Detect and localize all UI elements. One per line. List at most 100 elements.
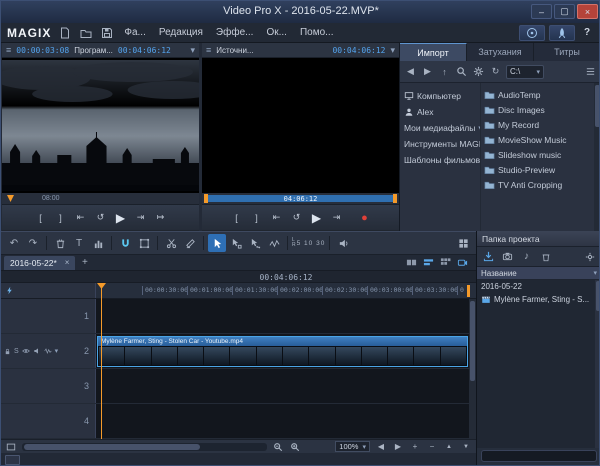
speaker-icon[interactable]: [334, 234, 352, 252]
project-list-scrollbar[interactable]: [595, 280, 599, 448]
source-seekbar[interactable]: 04:06:12: [202, 193, 399, 205]
track-4[interactable]: 4: [1, 404, 476, 439]
track-3-header[interactable]: 3: [1, 369, 96, 403]
program-playhead-marker[interactable]: [7, 195, 14, 202]
scroll-left-button[interactable]: ◀: [375, 441, 387, 453]
sequence-tab[interactable]: 2016-05-22* ×: [4, 255, 76, 270]
loop-button[interactable]: ↺: [94, 210, 108, 226]
folder-item[interactable]: AudioTemp: [484, 87, 594, 102]
jump-end-button[interactable]: ⇥: [134, 210, 148, 226]
tree-item-movie-templates[interactable]: Шаблоны фильмов ▾: [404, 152, 480, 168]
zoom-fit-icon[interactable]: [272, 441, 284, 453]
folder-item[interactable]: Slideshow music: [484, 147, 594, 162]
play-button[interactable]: ▶: [310, 210, 324, 226]
zoom-level-select[interactable]: 100% ▾: [335, 441, 370, 452]
mark-in-button[interactable]: [: [230, 210, 244, 226]
storyboard-view-icon[interactable]: [405, 256, 418, 269]
list-item-project[interactable]: 2016-05-22: [477, 280, 599, 293]
video-clip[interactable]: Mylène Farmer, Sting - Stolen Car - Yout…: [97, 336, 468, 367]
scissors-button[interactable]: [162, 234, 180, 252]
redo-button[interactable]: ↷: [24, 234, 42, 252]
burn-disc-button[interactable]: [519, 24, 545, 41]
gear-icon[interactable]: [472, 65, 485, 78]
lock-icon[interactable]: [4, 348, 11, 355]
tree-item-magix-tools[interactable]: Инструменты MAGIX ▾: [404, 136, 480, 152]
scrollbar-thumb[interactable]: [595, 85, 599, 127]
folder-item[interactable]: Studio-Preview: [484, 162, 594, 177]
undo-button[interactable]: ↶: [5, 234, 23, 252]
record-button[interactable]: ●: [358, 210, 372, 226]
layout-preview-icon[interactable]: [5, 455, 20, 465]
scroll-down-button[interactable]: ▼: [460, 441, 472, 453]
monitor-menu-icon[interactable]: ≡: [206, 45, 211, 55]
range-tool-button[interactable]: [227, 234, 245, 252]
snap-presets-label[interactable]: 5 10 30: [297, 240, 326, 247]
close-button[interactable]: ×: [577, 4, 598, 19]
mark-out-button[interactable]: ]: [250, 210, 264, 226]
delete-button[interactable]: [51, 234, 69, 252]
track-4-header[interactable]: 4: [1, 404, 96, 438]
delete-icon[interactable]: [539, 250, 552, 263]
search-icon[interactable]: [455, 65, 468, 78]
clip-title[interactable]: Mylène Farmer, Sting - Stolen Car - Yout…: [98, 337, 467, 346]
track-2-header[interactable]: S ▾ 2: [1, 334, 96, 368]
maximize-button[interactable]: ▢: [554, 4, 575, 19]
scroll-right-button[interactable]: ▶: [392, 441, 404, 453]
folder-item[interactable]: MovieShow Music: [484, 132, 594, 147]
automation-flash-icon[interactable]: [5, 286, 14, 295]
curve-tool-button[interactable]: [265, 234, 283, 252]
open-project-icon[interactable]: [79, 26, 93, 40]
audio-note-icon[interactable]: ♪: [520, 250, 533, 263]
workspace-icon[interactable]: [5, 441, 17, 453]
timeline-view-icon[interactable]: [422, 256, 435, 269]
column-header-name[interactable]: Название ▾: [477, 267, 599, 280]
new-project-icon[interactable]: [58, 26, 72, 40]
folder-item[interactable]: Disc Images: [484, 102, 594, 117]
list-item-video[interactable]: Mylène Farmer, Sting - S...: [477, 293, 599, 306]
range-end-marker[interactable]: [467, 285, 470, 297]
tree-item-computer[interactable]: Компьютер: [404, 88, 480, 104]
monitor-options-icon[interactable]: ▾: [190, 45, 195, 56]
menu-effects[interactable]: Эффе...: [213, 27, 257, 38]
range-end-handle[interactable]: [393, 194, 397, 203]
mixer-grid-icon[interactable]: [454, 234, 472, 252]
browser-scrollbar[interactable]: [594, 83, 599, 232]
tab-fades[interactable]: Затухания: [467, 43, 534, 61]
folder-up-button[interactable]: ↑: [438, 65, 451, 78]
playhead-line[interactable]: [101, 283, 102, 439]
next-frame-button[interactable]: ↦: [154, 210, 168, 226]
help-button[interactable]: ?: [579, 25, 595, 41]
track-3[interactable]: 3: [1, 369, 476, 404]
add-sequence-button[interactable]: +: [78, 256, 91, 269]
refresh-icon[interactable]: ↻: [489, 65, 502, 78]
folder-item[interactable]: TV Anti Cropping: [484, 177, 594, 192]
camera-icon[interactable]: [501, 250, 514, 263]
multicam-icon[interactable]: [456, 256, 469, 269]
speaker-icon[interactable]: [33, 347, 41, 355]
overview-view-icon[interactable]: [439, 256, 452, 269]
menu-window[interactable]: Ок...: [263, 27, 290, 38]
import-icon[interactable]: [482, 250, 495, 263]
tab-close-icon[interactable]: ×: [65, 258, 70, 267]
project-hscrollbar[interactable]: [481, 450, 597, 462]
program-seekbar[interactable]: 08:00: [2, 193, 199, 205]
tab-titles[interactable]: Титры: [534, 43, 599, 61]
mark-out-button[interactable]: ]: [54, 210, 68, 226]
nav-back-button[interactable]: ◀: [404, 65, 417, 78]
export-button[interactable]: [549, 24, 575, 41]
solo-icon[interactable]: S: [14, 348, 19, 355]
minimize-button[interactable]: –: [531, 4, 552, 19]
menu-help[interactable]: Помо...: [297, 27, 337, 38]
menu-file[interactable]: Фа...: [121, 27, 149, 38]
object-group-button[interactable]: [135, 234, 153, 252]
tracks-scrollbar[interactable]: [469, 299, 476, 439]
jump-end-button[interactable]: ⇥: [330, 210, 344, 226]
tree-item-user[interactable]: Alex: [404, 104, 480, 120]
gear-icon[interactable]: [583, 250, 596, 263]
zoom-selection-icon[interactable]: [289, 441, 301, 453]
monitor-options-icon[interactable]: ▾: [390, 45, 395, 56]
razor-button[interactable]: [181, 234, 199, 252]
eye-icon[interactable]: [21, 347, 30, 355]
scroll-up-button[interactable]: ▲: [443, 441, 455, 453]
range-start-handle[interactable]: [204, 194, 208, 203]
